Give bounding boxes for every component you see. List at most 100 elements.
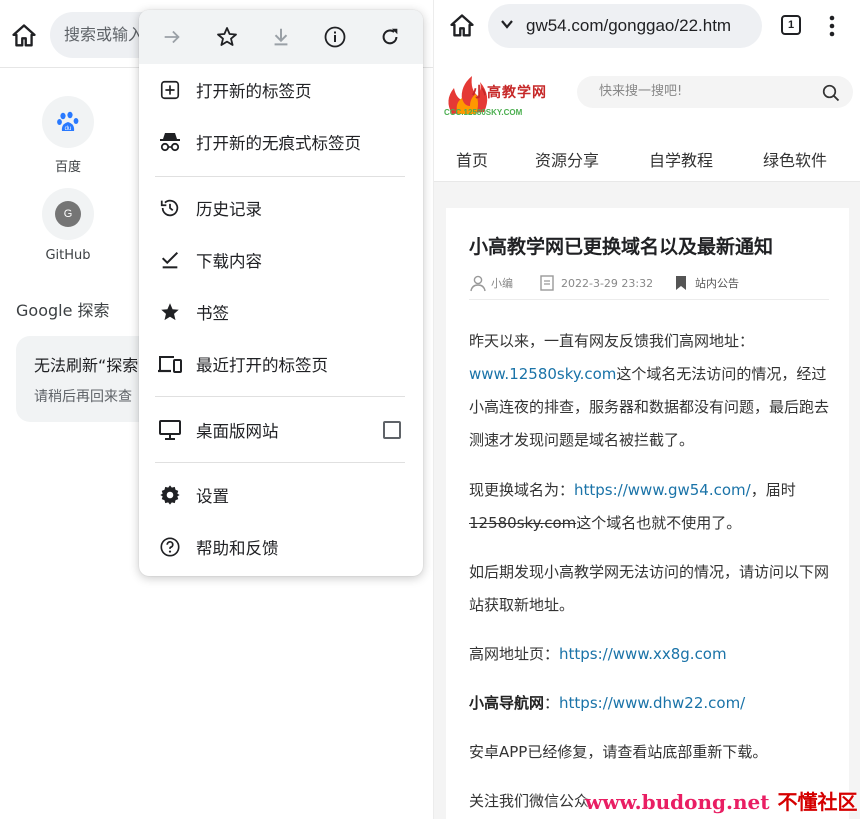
nav-home[interactable]: 首页 bbox=[456, 147, 488, 171]
struck-text: 12580sky.com bbox=[469, 514, 577, 532]
menu-item-new-incognito-tab[interactable]: 打开新的无痕式标签页 bbox=[139, 116, 423, 168]
article-paragraph: 如后期发现小高教学网无法访问的情况，请访问以下网站获取新地址。 bbox=[469, 563, 830, 614]
home-icon[interactable] bbox=[10, 22, 38, 50]
article-title: 小高教学网已更换域名以及最新通知 bbox=[469, 236, 774, 258]
toolbar: gw54.com/gonggao/22.htm 1 bbox=[434, 0, 860, 52]
reload-icon[interactable] bbox=[376, 23, 404, 51]
date-text: 2022-3-29 23:32 bbox=[561, 276, 654, 290]
site-logo-subtext: CCC.12580SKY.COM bbox=[444, 108, 523, 117]
menu-item-new-tab[interactable]: 打开新的标签页 bbox=[139, 64, 423, 116]
text: 现更换域名为： bbox=[469, 481, 575, 499]
shortcut-github[interactable]: G GitHub bbox=[28, 188, 108, 263]
shortcut-circle: G bbox=[42, 188, 94, 240]
help-icon bbox=[157, 534, 183, 560]
shortcut-label: GitHub bbox=[45, 248, 91, 263]
bookmarks-star-icon bbox=[157, 299, 183, 325]
menu-item-label: 打开新的标签页 bbox=[196, 82, 312, 101]
article-paragraph: 现更换域名为：https://www.gw54.com/，届时 12580sky.… bbox=[469, 474, 834, 540]
article-paragraph: 昨天以来，一直有网友反馈我们高网地址：www.12580sky.com这个域名无… bbox=[469, 325, 834, 457]
watermark-brand: 不懂社区 bbox=[777, 790, 858, 814]
watermark-url: www.budong.net bbox=[585, 790, 770, 814]
new-tab-icon bbox=[157, 77, 183, 103]
shortcut-baidu[interactable]: du 百度 bbox=[28, 96, 108, 175]
nav-resources[interactable]: 资源分享 bbox=[535, 147, 599, 171]
bookmark-flag-icon bbox=[676, 276, 686, 290]
article-meta: 小编 2022-3-29 23:32 站内公告 bbox=[469, 274, 829, 300]
baidu-paw-icon: du bbox=[57, 111, 79, 132]
watermark: www.budong.net 不懂社区 bbox=[585, 786, 857, 815]
shortcut-label: 百度 bbox=[54, 160, 81, 175]
github-letter-icon: G bbox=[55, 201, 81, 227]
chevron-down-icon[interactable] bbox=[500, 17, 514, 31]
article-author: 小编 bbox=[469, 274, 513, 292]
menu-item-label: 设置 bbox=[196, 487, 229, 506]
category-text: 站内公告 bbox=[695, 277, 739, 290]
site-search-input[interactable]: 快来搜一搜吧! bbox=[577, 76, 853, 108]
search-icon[interactable] bbox=[822, 84, 840, 102]
text: ，届时 bbox=[750, 481, 796, 499]
menu-item-bookmarks[interactable]: 书签 bbox=[139, 286, 423, 338]
history-icon bbox=[157, 195, 183, 221]
article-category[interactable]: 站内公告 bbox=[674, 274, 739, 292]
svg-text:du: du bbox=[65, 126, 72, 132]
bookmark-star-icon[interactable] bbox=[213, 23, 241, 51]
site-logo[interactable]: 小高教学网 CCC.12580SKY.COM bbox=[442, 70, 554, 122]
menu-item-label: 书签 bbox=[196, 304, 229, 323]
shortcut-circle: du bbox=[42, 96, 94, 148]
menu-item-label: 历史记录 bbox=[196, 200, 262, 219]
forward-arrow-icon[interactable] bbox=[158, 23, 186, 51]
site-logo-text: 小高教学网 bbox=[472, 85, 547, 101]
article: 小高教学网已更换域名以及最新通知 小编 2022-3-29 23:32 站内公告… bbox=[446, 208, 849, 819]
menu-item-label: 打开新的无痕式标签页 bbox=[196, 134, 361, 153]
menu-divider bbox=[155, 396, 405, 397]
desktop-site-checkbox[interactable] bbox=[383, 421, 401, 439]
text: 高网地址页： bbox=[469, 645, 560, 663]
menu-item-desktop-site[interactable]: 桌面版网站 bbox=[139, 404, 423, 456]
menu-item-downloads[interactable]: 下载内容 bbox=[139, 234, 423, 286]
browser-website-pane: gw54.com/gonggao/22.htm 1 小高教学网 CCC.1258… bbox=[433, 0, 860, 819]
text: 这个域名也就不使用了。 bbox=[576, 514, 742, 532]
site-header: 小高教学网 CCC.12580SKY.COM 快来搜一搜吧! 首页 资源分享 自… bbox=[434, 52, 860, 182]
author-name: 小编 bbox=[491, 277, 513, 290]
document-icon bbox=[540, 275, 554, 291]
menu-action-bar bbox=[139, 10, 423, 64]
explore-title: Google 探索 bbox=[16, 301, 110, 320]
settings-gear-icon bbox=[157, 482, 183, 508]
overflow-menu: 打开新的标签页 打开新的无痕式标签页 历史记录 下载内容 书签 最近打开的标签页… bbox=[139, 10, 423, 576]
user-icon bbox=[470, 275, 486, 292]
tab-switcher-button[interactable]: 1 bbox=[781, 15, 801, 35]
incognito-icon bbox=[157, 129, 183, 155]
more-vert-icon[interactable] bbox=[826, 12, 838, 40]
downloads-check-icon bbox=[157, 247, 183, 273]
desktop-icon bbox=[157, 417, 183, 443]
text: 昨天以来，一直有网友反馈我们高网地址： bbox=[469, 332, 755, 350]
menu-item-recent-tabs[interactable]: 最近打开的标签页 bbox=[139, 338, 423, 390]
nav-software[interactable]: 绿色软件 bbox=[763, 147, 827, 171]
article-paragraph: 安卓APP已经修复，请查看站底部重新下载。 bbox=[469, 743, 768, 761]
info-icon[interactable] bbox=[321, 23, 349, 51]
link[interactable]: https://www.gw54.com/ bbox=[574, 481, 751, 499]
text: ： bbox=[544, 694, 560, 712]
nav-tutorials[interactable]: 自学教程 bbox=[649, 147, 713, 171]
chrome-new-tab-page: 搜索或输入 du 百度 G GitHub Google 探索 无法刷新“探索 请… bbox=[0, 0, 433, 819]
menu-item-label: 最近打开的标签页 bbox=[196, 356, 328, 375]
link[interactable]: https://www.dhw22.com/ bbox=[559, 694, 745, 712]
menu-item-help-feedback[interactable]: 帮助和反馈 bbox=[139, 521, 423, 573]
bold-text: 小高导航网 bbox=[469, 694, 545, 712]
menu-item-history[interactable]: 历史记录 bbox=[139, 182, 423, 234]
home-icon[interactable] bbox=[448, 12, 476, 40]
menu-item-label: 下载内容 bbox=[196, 252, 262, 271]
menu-item-settings[interactable]: 设置 bbox=[139, 469, 423, 521]
link[interactable]: www.12580sky.com bbox=[469, 365, 616, 383]
article-date: 2022-3-29 23:32 bbox=[539, 274, 653, 292]
url-bar[interactable]: gw54.com/gonggao/22.htm bbox=[488, 4, 762, 48]
menu-divider bbox=[155, 462, 405, 463]
menu-item-label: 帮助和反馈 bbox=[196, 539, 279, 558]
menu-item-label: 桌面版网站 bbox=[196, 422, 279, 441]
link[interactable]: https://www.xx8g.com bbox=[559, 645, 727, 663]
recent-tabs-icon bbox=[157, 351, 183, 377]
article-paragraph: 高网地址页：https://www.xx8g.com bbox=[469, 638, 834, 671]
download-icon[interactable] bbox=[267, 23, 295, 51]
menu-divider bbox=[155, 176, 405, 177]
article-paragraph: 小高导航网：https://www.dhw22.com/ bbox=[469, 687, 834, 720]
